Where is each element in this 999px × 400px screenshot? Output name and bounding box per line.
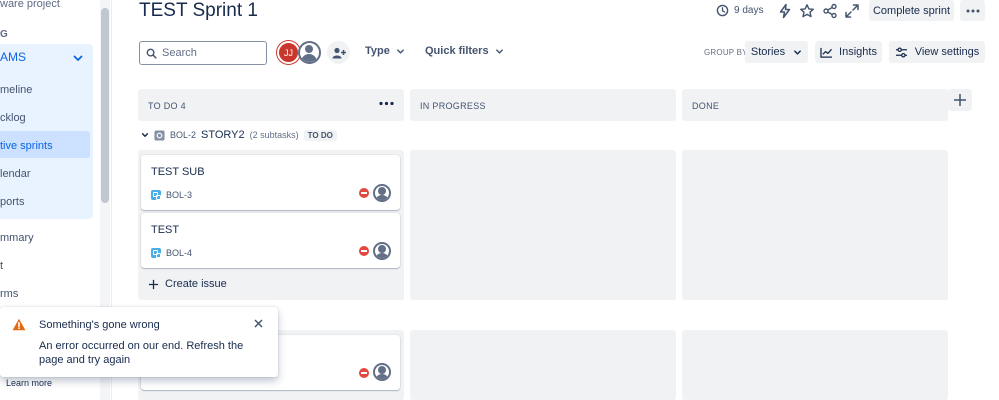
sidebar-item-timeline[interactable]: meline xyxy=(0,84,32,96)
priority-blocker-icon xyxy=(359,368,369,378)
swimlane-issue-name: STORY2 xyxy=(201,129,245,141)
chevron-down-icon xyxy=(396,48,404,54)
chart-line-icon xyxy=(820,47,833,58)
more-actions-button[interactable] xyxy=(960,0,985,21)
close-icon[interactable] xyxy=(254,319,263,328)
sidebar-item-reports[interactable]: ports xyxy=(0,196,24,208)
quick-filters-label: Quick filters xyxy=(425,45,489,57)
more-icon xyxy=(966,9,979,12)
swimlane-header[interactable]: BOL-2 STORY2 (2 subtasks) TO DO xyxy=(141,129,337,141)
column-header-done xyxy=(682,89,948,121)
chevron-down-icon xyxy=(794,49,802,55)
subtask-icon xyxy=(151,190,161,200)
insights-button[interactable]: Insights xyxy=(815,41,882,63)
card-key: BOL-4 xyxy=(151,248,192,258)
column-body-done xyxy=(682,150,948,300)
warning-icon xyxy=(12,318,26,331)
add-people-button[interactable] xyxy=(327,41,350,64)
avatar-head-shape xyxy=(378,245,386,253)
lightning-icon[interactable] xyxy=(777,3,793,19)
card-title: TEST xyxy=(151,224,180,236)
avatar-user-jj[interactable]: JJ xyxy=(277,41,300,64)
avatar-unassigned[interactable] xyxy=(298,41,321,64)
card-key-text: BOL-3 xyxy=(166,190,193,200)
clock-icon xyxy=(716,4,729,17)
search-box[interactable] xyxy=(139,41,267,65)
view-settings-label: View settings xyxy=(914,46,980,58)
swimlane-subtask-count: (2 subtasks) xyxy=(249,130,299,140)
avatar-head-shape xyxy=(305,45,313,53)
create-issue-button[interactable]: Create issue xyxy=(148,278,227,290)
days-remaining-text: 9 days xyxy=(734,5,764,16)
column-label-todo: TO DO 4 xyxy=(148,101,186,111)
add-column-button[interactable] xyxy=(948,89,972,111)
insights-label: Insights xyxy=(839,46,877,58)
sidebar-item-active-sprints[interactable]: tive sprints xyxy=(0,140,53,152)
expand-icon[interactable] xyxy=(844,3,860,19)
subtask-icon xyxy=(151,248,161,258)
add-person-icon xyxy=(332,47,346,58)
priority-blocker-icon xyxy=(359,188,369,198)
avatar-unassigned[interactable] xyxy=(373,184,391,202)
search-icon xyxy=(146,48,157,59)
sliders-icon xyxy=(895,47,907,57)
toast-message: An error occurred on our end. Refresh th… xyxy=(39,340,244,366)
star-icon[interactable] xyxy=(799,3,815,19)
error-toast: Something's gone wrong An error occurred… xyxy=(0,307,278,377)
card-key: BOL-3 xyxy=(151,190,192,200)
group-by-label: GROUP BY xyxy=(704,48,748,57)
column-label-in-progress: IN PROGRESS xyxy=(420,101,486,111)
toast-title: Something's gone wrong xyxy=(39,319,160,331)
search-input[interactable] xyxy=(162,47,262,59)
sidebar-item-summary[interactable]: mmary xyxy=(0,232,34,244)
group-by-value: Stories xyxy=(750,46,786,58)
sidebar-project-type: ware project xyxy=(0,0,60,10)
avatar-head-shape xyxy=(378,187,386,195)
complete-sprint-button[interactable]: Complete sprint xyxy=(869,0,954,21)
card-key-text: BOL-4 xyxy=(166,248,193,258)
sidebar-group-label[interactable]: AMS xyxy=(0,50,26,64)
chevron-down-icon[interactable] xyxy=(72,52,84,64)
quick-filters-dropdown[interactable]: Quick filters xyxy=(425,45,504,57)
sidebar-item-backlog[interactable]: cklog xyxy=(0,112,26,124)
sidebar-item-calendar[interactable]: lendar xyxy=(0,168,31,180)
story-icon xyxy=(154,129,165,141)
avatar-body-shape xyxy=(375,195,389,200)
learn-more-link[interactable]: Learn more xyxy=(6,378,52,388)
status-badge: TO DO xyxy=(303,129,337,141)
type-filter-dropdown[interactable]: Type xyxy=(365,45,405,57)
chevron-down-icon[interactable] xyxy=(141,131,149,139)
view-settings-button[interactable]: View settings xyxy=(889,41,985,63)
issue-card[interactable]: TEST BOL-4 xyxy=(141,213,400,268)
issue-card[interactable]: TEST SUB BOL-3 xyxy=(141,155,400,210)
avatar-body-shape xyxy=(375,374,389,379)
column-body-in-progress xyxy=(410,150,676,300)
column-body-done-lane2 xyxy=(682,330,948,400)
sidebar-item-list[interactable]: t xyxy=(0,260,3,272)
avatar-unassigned[interactable] xyxy=(373,242,391,260)
avatar-body-shape xyxy=(375,253,389,258)
priority-blocker-icon xyxy=(359,246,369,256)
plus-icon xyxy=(954,94,966,106)
avatar-body-shape xyxy=(301,54,317,62)
column-body-in-progress-lane2 xyxy=(410,330,676,400)
chevron-down-icon xyxy=(495,48,503,54)
avatar-unassigned[interactable] xyxy=(373,363,391,381)
plus-icon xyxy=(148,279,159,289)
sidebar-section-label: G xyxy=(0,29,8,40)
create-issue-label: Create issue xyxy=(165,278,227,290)
more-icon[interactable] xyxy=(379,101,394,106)
sidebar-scrollbar-thumb[interactable] xyxy=(101,8,109,203)
page-title: TEST Sprint 1 xyxy=(139,0,258,21)
sidebar-item-forms[interactable]: rms xyxy=(0,288,18,300)
sprint-days-remaining[interactable]: 9 days xyxy=(716,4,763,17)
card-title: TEST SUB xyxy=(151,166,205,178)
column-label-done: DONE xyxy=(692,101,720,111)
share-icon[interactable] xyxy=(822,3,838,19)
group-by-dropdown[interactable]: Stories xyxy=(745,41,808,63)
type-filter-label: Type xyxy=(365,45,390,57)
swimlane-issue-key[interactable]: BOL-2 xyxy=(170,130,196,140)
avatar-head-shape xyxy=(378,366,386,374)
